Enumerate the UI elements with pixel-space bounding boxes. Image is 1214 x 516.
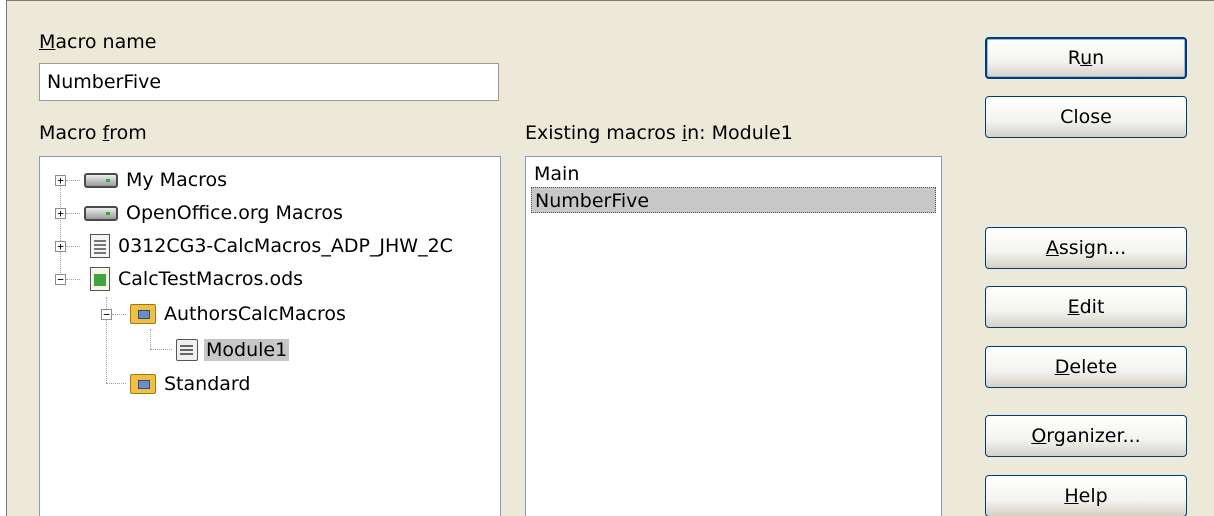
tree-line — [66, 246, 80, 247]
spreadsheet-icon — [90, 267, 110, 291]
organizer-button[interactable]: Organizer... — [985, 415, 1187, 457]
library-folder-icon — [130, 304, 156, 324]
macro-name-input[interactable]: NumberFive — [39, 63, 499, 101]
tree-line — [66, 180, 80, 181]
drive-icon — [84, 172, 118, 188]
macro-name-label: Macro name — [39, 31, 157, 53]
macro-library-tree[interactable]: + + + − − My Macros OpenOffice.org Macro… — [39, 156, 501, 516]
tree-line — [150, 329, 151, 349]
macro-list-item-numberfive[interactable]: NumberFive — [531, 187, 936, 213]
library-folder-icon — [130, 374, 156, 394]
macro-list-item-main[interactable]: Main — [531, 161, 579, 187]
tree-line — [112, 314, 126, 315]
run-button[interactable]: Run — [985, 37, 1187, 79]
tree-node-module1[interactable]: Module1 — [176, 335, 290, 365]
expand-document-macros[interactable]: + — [55, 241, 66, 252]
edit-button[interactable]: Edit — [985, 286, 1187, 328]
collapse-calctestmacros[interactable]: − — [55, 274, 66, 285]
assign-button[interactable]: Assign... — [985, 227, 1187, 269]
collapse-authorscalcmacros[interactable]: − — [101, 309, 112, 320]
drive-icon — [84, 205, 118, 221]
tree-node-openoffice-macros[interactable]: OpenOffice.org Macros — [84, 198, 345, 228]
tree-line — [60, 175, 61, 277]
existing-macros-list[interactable]: Main NumberFive — [525, 156, 942, 516]
module-icon — [176, 339, 198, 361]
tree-node-authorscalcmacros[interactable]: AuthorsCalcMacros — [130, 299, 348, 329]
tree-node-calctestmacros[interactable]: CalcTestMacros.ods — [90, 264, 305, 294]
tree-line — [66, 213, 80, 214]
existing-macros-label: Existing macros in: Module1 — [525, 122, 793, 144]
expand-my-macros[interactable]: + — [55, 175, 66, 186]
delete-button[interactable]: Delete — [985, 346, 1187, 388]
basic-macros-dialog: Macro name NumberFive Macro from + + + −… — [6, 0, 1214, 516]
expand-openoffice-macros[interactable]: + — [55, 208, 66, 219]
macro-from-label: Macro from — [39, 122, 147, 144]
help-button[interactable]: Help — [985, 475, 1187, 516]
tree-line — [150, 349, 172, 350]
close-button[interactable]: Close — [985, 96, 1187, 138]
tree-line — [106, 383, 126, 384]
tree-node-document[interactable]: 0312CG3-CalcMacros_ADP_JHW_2C — [90, 231, 455, 261]
macro-name-value: NumberFive — [47, 71, 162, 93]
tree-node-my-macros[interactable]: My Macros — [84, 165, 229, 195]
tree-node-standard[interactable]: Standard — [130, 369, 252, 399]
tree-line — [66, 279, 80, 280]
document-icon — [90, 234, 110, 258]
